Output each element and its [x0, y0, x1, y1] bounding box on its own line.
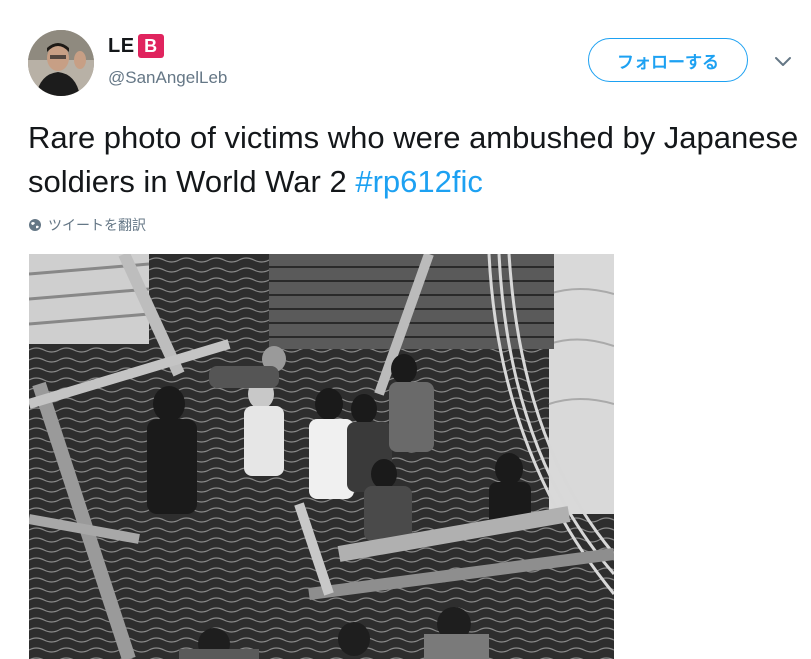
follow-button[interactable]: フォローする: [588, 38, 748, 82]
avatar[interactable]: [28, 30, 94, 96]
avatar-photo: [28, 30, 94, 96]
name-badge: B: [137, 34, 164, 58]
photo-scene: [29, 254, 614, 659]
hashtag-link[interactable]: #rp612fic: [355, 164, 483, 199]
globe-icon: [29, 219, 41, 231]
tweet-photo[interactable]: [29, 254, 614, 659]
translate-tweet-link[interactable]: ツイートを翻訳: [28, 215, 146, 235]
author-name[interactable]: LE B: [108, 34, 164, 58]
tweet-text: Rare photo of victims who were ambushed …: [28, 116, 803, 204]
translate-label: ツイートを翻訳: [48, 218, 146, 234]
chevron-down-icon[interactable]: [772, 50, 794, 72]
display-name[interactable]: LE: [108, 35, 135, 58]
author-handle[interactable]: @SanAngelLeb: [108, 68, 227, 88]
